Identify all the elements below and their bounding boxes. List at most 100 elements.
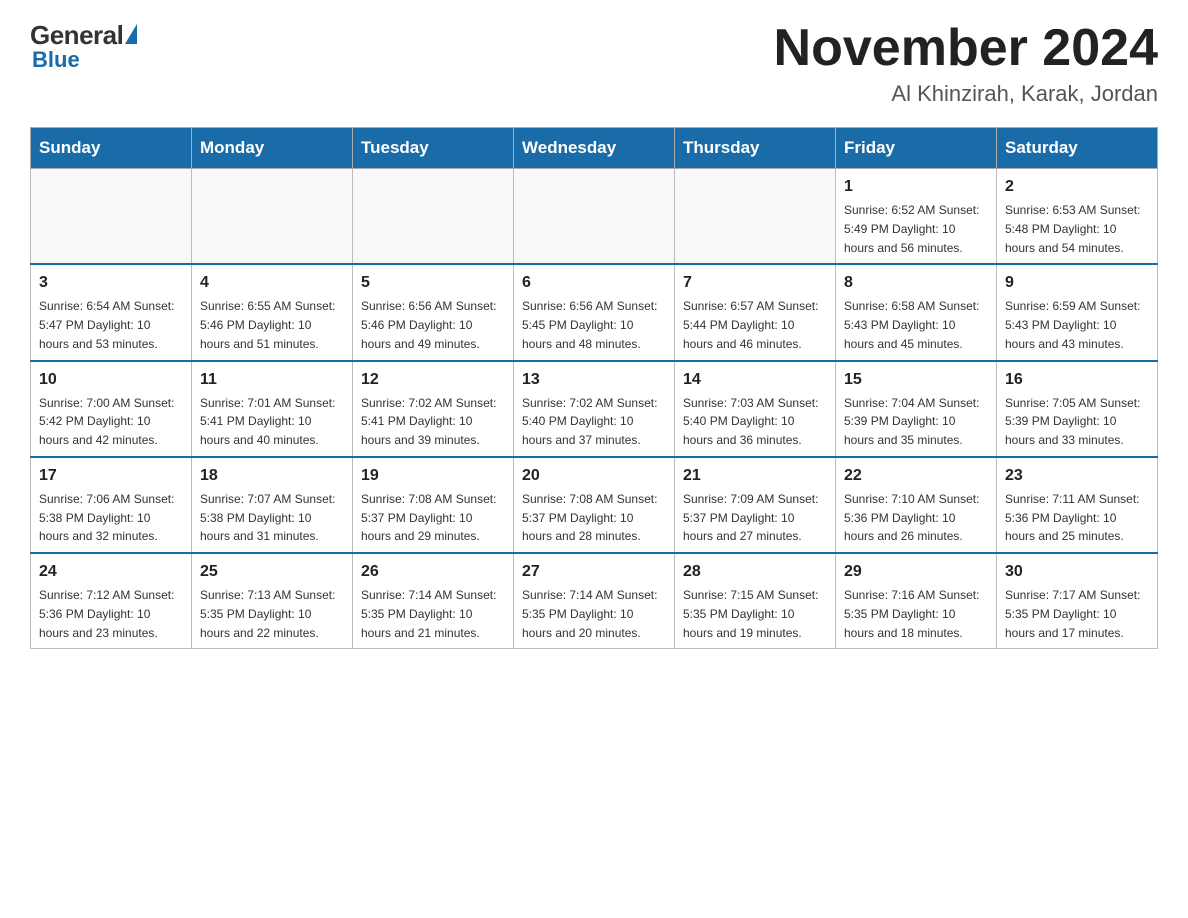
day-info: Sunrise: 7:10 AM Sunset: 5:36 PM Dayligh… xyxy=(844,492,979,544)
day-info: Sunrise: 7:09 AM Sunset: 5:37 PM Dayligh… xyxy=(683,492,818,544)
day-info: Sunrise: 7:15 AM Sunset: 5:35 PM Dayligh… xyxy=(683,588,818,640)
calendar-cell: 3 Sunrise: 6:54 AM Sunset: 5:47 PM Daylig… xyxy=(31,264,192,360)
day-number: 23 xyxy=(1005,464,1149,488)
day-info: Sunrise: 6:53 AM Sunset: 5:48 PM Dayligh… xyxy=(1005,203,1140,255)
day-number: 22 xyxy=(844,464,988,488)
day-number: 8 xyxy=(844,271,988,295)
day-info: Sunrise: 6:52 AM Sunset: 5:49 PM Dayligh… xyxy=(844,203,979,255)
calendar-week-2: 3 Sunrise: 6:54 AM Sunset: 5:47 PM Daylig… xyxy=(31,264,1158,360)
day-info: Sunrise: 7:08 AM Sunset: 5:37 PM Dayligh… xyxy=(361,492,496,544)
weekday-header-sunday: Sunday xyxy=(31,128,192,169)
day-info: Sunrise: 7:04 AM Sunset: 5:39 PM Dayligh… xyxy=(844,396,979,448)
calendar-cell: 24 Sunrise: 7:12 AM Sunset: 5:36 PM Dayli… xyxy=(31,553,192,649)
day-info: Sunrise: 6:58 AM Sunset: 5:43 PM Dayligh… xyxy=(844,299,979,351)
day-info: Sunrise: 7:00 AM Sunset: 5:42 PM Dayligh… xyxy=(39,396,174,448)
weekday-header-friday: Friday xyxy=(836,128,997,169)
calendar-cell xyxy=(514,169,675,265)
day-info: Sunrise: 7:03 AM Sunset: 5:40 PM Dayligh… xyxy=(683,396,818,448)
calendar-cell: 16 Sunrise: 7:05 AM Sunset: 5:39 PM Dayli… xyxy=(997,361,1158,457)
day-info: Sunrise: 7:05 AM Sunset: 5:39 PM Dayligh… xyxy=(1005,396,1140,448)
day-number: 19 xyxy=(361,464,505,488)
day-info: Sunrise: 7:02 AM Sunset: 5:40 PM Dayligh… xyxy=(522,396,657,448)
day-info: Sunrise: 7:02 AM Sunset: 5:41 PM Dayligh… xyxy=(361,396,496,448)
day-number: 16 xyxy=(1005,368,1149,392)
calendar-cell: 25Sunrise: 7:13 AM Sunset: 5:35 PM Dayli… xyxy=(192,553,353,649)
calendar-cell xyxy=(192,169,353,265)
calendar-cell: 28 Sunrise: 7:15 AM Sunset: 5:35 PM Dayli… xyxy=(675,553,836,649)
day-info: Sunrise: 7:13 AM Sunset: 5:35 PM Dayligh… xyxy=(200,588,335,640)
calendar-cell: 30Sunrise: 7:17 AM Sunset: 5:35 PM Dayli… xyxy=(997,553,1158,649)
day-number: 13 xyxy=(522,368,666,392)
day-number: 24 xyxy=(39,560,183,584)
calendar-cell: 12 Sunrise: 7:02 AM Sunset: 5:41 PM Dayli… xyxy=(353,361,514,457)
calendar-cell: 26 Sunrise: 7:14 AM Sunset: 5:35 PM Dayli… xyxy=(353,553,514,649)
day-number: 18 xyxy=(200,464,344,488)
day-info: Sunrise: 7:06 AM Sunset: 5:38 PM Dayligh… xyxy=(39,492,174,544)
weekday-header-tuesday: Tuesday xyxy=(353,128,514,169)
calendar-cell: 9 Sunrise: 6:59 AM Sunset: 5:43 PM Daylig… xyxy=(997,264,1158,360)
calendar-week-1: 1 Sunrise: 6:52 AM Sunset: 5:49 PM Daylig… xyxy=(31,169,1158,265)
calendar-cell: 6 Sunrise: 6:56 AM Sunset: 5:45 PM Daylig… xyxy=(514,264,675,360)
day-info: Sunrise: 7:08 AM Sunset: 5:37 PM Dayligh… xyxy=(522,492,657,544)
day-number: 17 xyxy=(39,464,183,488)
day-info: Sunrise: 7:17 AM Sunset: 5:35 PM Dayligh… xyxy=(1005,588,1140,640)
calendar-cell xyxy=(675,169,836,265)
day-info: Sunrise: 7:14 AM Sunset: 5:35 PM Dayligh… xyxy=(361,588,496,640)
day-info: Sunrise: 7:16 AM Sunset: 5:35 PM Dayligh… xyxy=(844,588,979,640)
weekday-header-wednesday: Wednesday xyxy=(514,128,675,169)
calendar-cell: 10 Sunrise: 7:00 AM Sunset: 5:42 PM Dayli… xyxy=(31,361,192,457)
calendar-cell: 14 Sunrise: 7:03 AM Sunset: 5:40 PM Dayli… xyxy=(675,361,836,457)
day-number: 11 xyxy=(200,368,344,392)
calendar-cell: 11 Sunrise: 7:01 AM Sunset: 5:41 PM Dayli… xyxy=(192,361,353,457)
calendar-table: SundayMondayTuesdayWednesdayThursdayFrid… xyxy=(30,127,1158,649)
weekday-header-saturday: Saturday xyxy=(997,128,1158,169)
day-info: Sunrise: 6:59 AM Sunset: 5:43 PM Dayligh… xyxy=(1005,299,1140,351)
day-number: 28 xyxy=(683,560,827,584)
day-number: 10 xyxy=(39,368,183,392)
calendar-cell: 4 Sunrise: 6:55 AM Sunset: 5:46 PM Daylig… xyxy=(192,264,353,360)
calendar-cell xyxy=(31,169,192,265)
day-number: 1 xyxy=(844,175,988,199)
calendar-cell: 27Sunrise: 7:14 AM Sunset: 5:35 PM Dayli… xyxy=(514,553,675,649)
calendar-cell: 21 Sunrise: 7:09 AM Sunset: 5:37 PM Dayli… xyxy=(675,457,836,553)
day-info: Sunrise: 7:01 AM Sunset: 5:41 PM Dayligh… xyxy=(200,396,335,448)
calendar-cell: 19 Sunrise: 7:08 AM Sunset: 5:37 PM Dayli… xyxy=(353,457,514,553)
calendar-cell: 29Sunrise: 7:16 AM Sunset: 5:35 PM Dayli… xyxy=(836,553,997,649)
day-number: 9 xyxy=(1005,271,1149,295)
day-number: 14 xyxy=(683,368,827,392)
calendar-header-row: SundayMondayTuesdayWednesdayThursdayFrid… xyxy=(31,128,1158,169)
weekday-header-monday: Monday xyxy=(192,128,353,169)
day-number: 4 xyxy=(200,271,344,295)
weekday-header-thursday: Thursday xyxy=(675,128,836,169)
day-number: 21 xyxy=(683,464,827,488)
calendar-cell: 17 Sunrise: 7:06 AM Sunset: 5:38 PM Dayli… xyxy=(31,457,192,553)
calendar-week-5: 24 Sunrise: 7:12 AM Sunset: 5:36 PM Dayli… xyxy=(31,553,1158,649)
calendar-cell: 15 Sunrise: 7:04 AM Sunset: 5:39 PM Dayli… xyxy=(836,361,997,457)
day-number: 26 xyxy=(361,560,505,584)
page-header: General Blue November 2024 Al Khinzirah,… xyxy=(30,20,1158,107)
calendar-cell: 18 Sunrise: 7:07 AM Sunset: 5:38 PM Dayli… xyxy=(192,457,353,553)
day-number: 20 xyxy=(522,464,666,488)
day-info: Sunrise: 6:56 AM Sunset: 5:45 PM Dayligh… xyxy=(522,299,657,351)
calendar-week-3: 10 Sunrise: 7:00 AM Sunset: 5:42 PM Dayli… xyxy=(31,361,1158,457)
day-info: Sunrise: 6:54 AM Sunset: 5:47 PM Dayligh… xyxy=(39,299,174,351)
calendar-subtitle: Al Khinzirah, Karak, Jordan xyxy=(774,81,1158,107)
day-info: Sunrise: 7:12 AM Sunset: 5:36 PM Dayligh… xyxy=(39,588,174,640)
calendar-title: November 2024 xyxy=(774,20,1158,77)
day-number: 2 xyxy=(1005,175,1149,199)
logo-triangle-icon xyxy=(125,24,137,44)
day-number: 15 xyxy=(844,368,988,392)
logo: General Blue xyxy=(30,20,137,73)
day-info: Sunrise: 6:55 AM Sunset: 5:46 PM Dayligh… xyxy=(200,299,335,351)
day-number: 3 xyxy=(39,271,183,295)
calendar-cell: 20 Sunrise: 7:08 AM Sunset: 5:37 PM Dayli… xyxy=(514,457,675,553)
day-number: 27 xyxy=(522,560,666,584)
day-info: Sunrise: 7:07 AM Sunset: 5:38 PM Dayligh… xyxy=(200,492,335,544)
day-number: 12 xyxy=(361,368,505,392)
calendar-cell: 1 Sunrise: 6:52 AM Sunset: 5:49 PM Daylig… xyxy=(836,169,997,265)
day-number: 5 xyxy=(361,271,505,295)
day-number: 6 xyxy=(522,271,666,295)
calendar-week-4: 17 Sunrise: 7:06 AM Sunset: 5:38 PM Dayli… xyxy=(31,457,1158,553)
calendar-cell: 2 Sunrise: 6:53 AM Sunset: 5:48 PM Daylig… xyxy=(997,169,1158,265)
day-info: Sunrise: 6:56 AM Sunset: 5:46 PM Dayligh… xyxy=(361,299,496,351)
